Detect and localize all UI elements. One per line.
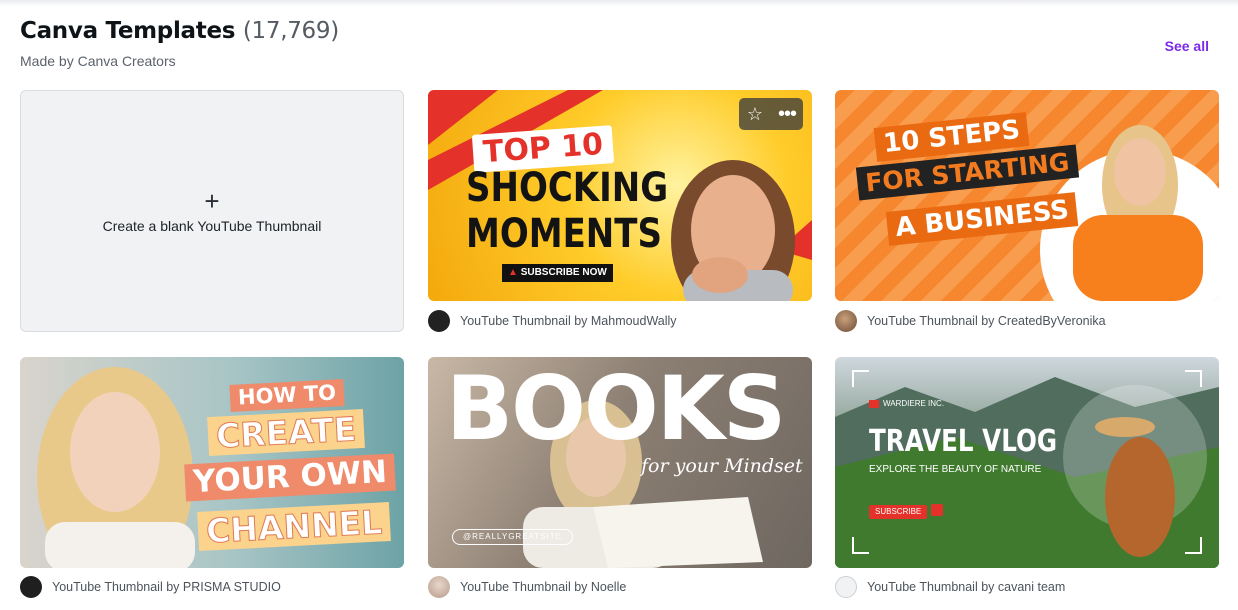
credit-text: YouTube Thumbnail by Noelle (460, 580, 627, 594)
template-credit-2[interactable]: YouTube Thumbnail by CreatedByVeronika (835, 310, 1106, 332)
more-options-button[interactable]: ••• (771, 98, 803, 130)
ellipsis-icon: ••• (777, 102, 797, 125)
headline-block-2: CREATE (207, 409, 366, 456)
brand-label: WARDIERE INC. (869, 400, 944, 408)
headline-books: BOOKS (446, 357, 786, 460)
top-shadow (0, 0, 1238, 6)
headline-line-2: SHOCKING (466, 165, 669, 211)
creator-avatar (20, 576, 42, 598)
create-blank-card[interactable]: + Create a blank YouTube Thumbnail (20, 90, 404, 332)
headline-line-3: MOMENTS (466, 211, 662, 257)
template-credit-4[interactable]: YouTube Thumbnail by Noelle (428, 576, 626, 598)
section-header: Canva Templates (17,769) Made by Canva C… (20, 18, 1218, 74)
template-credit-5[interactable]: YouTube Thumbnail by cavani team (835, 576, 1065, 598)
section-title: Canva Templates (17,769) (20, 18, 1218, 44)
template-thumbnail-1[interactable]: TOP 10 SHOCKING MOMENTS ▲ SUBSCRIBE NOW … (428, 90, 812, 301)
title-text: Canva Templates (20, 18, 236, 44)
template-thumbnail-4[interactable]: BOOKS for your Mindset @REALLYGREATSITE (428, 357, 812, 568)
template-thumbnail-2[interactable]: 10 STEPS FOR STARTING A BUSINESS (835, 90, 1219, 301)
headline-tagline: EXPLORE THE BEAUTY OF NATURE (869, 464, 1042, 475)
credit-text: YouTube Thumbnail by CreatedByVeronika (867, 314, 1106, 328)
template-count: (17,769) (242, 18, 339, 44)
favorite-button[interactable]: ☆ (739, 98, 771, 130)
credit-text: YouTube Thumbnail by cavani team (867, 580, 1066, 594)
credit-text: YouTube Thumbnail by PRISMA STUDIO (52, 580, 281, 594)
plus-icon: + (204, 186, 220, 216)
see-all-link[interactable]: See all (1165, 38, 1209, 54)
create-blank-label: Create a blank YouTube Thumbnail (102, 218, 322, 234)
credit-text: YouTube Thumbnail by MahmoudWally (460, 314, 677, 328)
creator-avatar (428, 576, 450, 598)
creator-avatar (835, 310, 857, 332)
template-credit-3[interactable]: YouTube Thumbnail by PRISMA STUDIO (20, 576, 281, 598)
website-pill: @REALLYGREATSITE (452, 529, 573, 545)
creator-avatar (835, 576, 857, 598)
bell-icon (931, 504, 943, 516)
subscribe-badge: ▲ SUBSCRIBE NOW (502, 264, 613, 282)
headline-travel-vlog: TRAVEL VLOG (869, 424, 1058, 459)
template-thumbnail-5[interactable]: WARDIERE INC. TRAVEL VLOG EXPLORE THE BE… (835, 357, 1219, 568)
template-thumbnail-3[interactable]: HOW TO CREATE YOUR OWN CHANNEL (20, 357, 404, 568)
headline-subtitle: for your Mindset (641, 455, 803, 477)
creator-avatar (428, 310, 450, 332)
thumbnail-artwork (835, 370, 1219, 568)
section-subtitle: Made by Canva Creators (20, 53, 176, 69)
star-icon: ☆ (746, 103, 764, 124)
subscribe-badge: SUBSCRIBE (869, 505, 928, 519)
template-credit-1[interactable]: YouTube Thumbnail by MahmoudWally (428, 310, 677, 332)
